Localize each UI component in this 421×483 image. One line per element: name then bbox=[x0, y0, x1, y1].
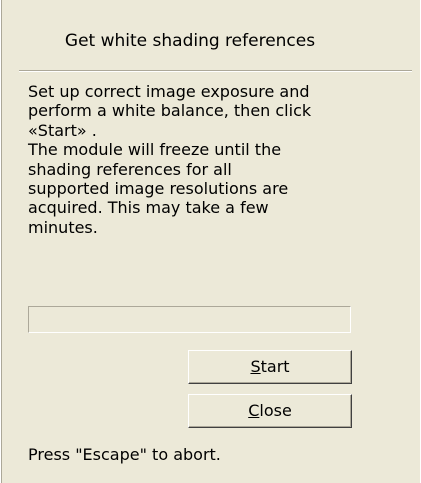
progress-bar bbox=[28, 306, 351, 333]
instructions-line: minutes. bbox=[28, 217, 98, 237]
close-button-accelerator: C bbox=[248, 401, 260, 420]
start-button-accelerator: S bbox=[250, 357, 261, 376]
instructions-text: Set up correct image exposure and perfor… bbox=[28, 82, 378, 237]
panel-title: Get white shading references bbox=[64, 31, 316, 51]
start-button[interactable]: Start bbox=[188, 350, 352, 384]
shading-reference-panel: Get white shading references Set up corr… bbox=[0, 0, 420, 483]
escape-hint: Press "Escape" to abort. bbox=[28, 445, 221, 464]
start-button-label: tart bbox=[260, 357, 290, 376]
instructions-line: Set up correct image exposure and bbox=[28, 82, 310, 101]
close-button-label: lose bbox=[259, 401, 292, 420]
instructions-line: acquired. This may take a few bbox=[28, 198, 269, 218]
instructions-line: «Start» . bbox=[28, 120, 97, 140]
panel-left-border bbox=[1, 0, 2, 483]
instructions-line: supported image resolutions are bbox=[28, 179, 289, 199]
instructions-line: shading references for all bbox=[28, 159, 232, 179]
close-button[interactable]: Close bbox=[188, 394, 352, 428]
title-separator bbox=[19, 70, 412, 72]
instructions-line: The module will freeze until the bbox=[28, 140, 282, 160]
instructions-line: perform a white balance, then click bbox=[28, 101, 312, 121]
